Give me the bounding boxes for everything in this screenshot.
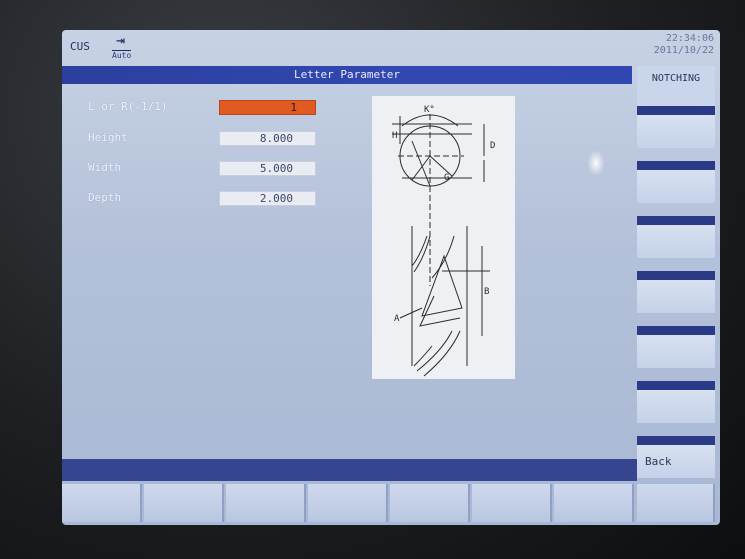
softkey-v6[interactable] [637, 326, 715, 368]
softkey-h5[interactable] [390, 484, 470, 522]
auto-mode-icon: ⇥ Auto [112, 33, 138, 63]
page-title: Letter Parameter [62, 66, 632, 84]
softkey-v5[interactable] [637, 271, 715, 313]
param-input-depth[interactable]: 2.000 [219, 191, 316, 206]
softkey-h1[interactable] [62, 484, 142, 522]
screen-glare [587, 150, 605, 176]
param-label-height: Height [88, 131, 128, 144]
cnc-screen: CUS ⇥ Auto 22:34:06 2011/10/22 Letter Pa… [62, 30, 720, 525]
param-input-direction[interactable]: 1 [219, 100, 316, 115]
arrow-right-to-bar-icon: ⇥ [116, 31, 126, 49]
softkey-v7[interactable] [637, 381, 715, 423]
softkey-h4[interactable] [308, 484, 388, 522]
notch-diagram: K° D H G B A [372, 96, 515, 379]
auto-mode-label: Auto [112, 50, 132, 60]
message-bar [62, 459, 637, 481]
clock-time: 22:34:06 [665, 33, 714, 44]
softkey-h2[interactable] [144, 484, 224, 522]
svg-text:G: G [444, 173, 449, 183]
clock: 22:34:06 2011/10/22 [654, 33, 714, 57]
softkey-h7[interactable] [554, 484, 634, 522]
softkey-v2[interactable] [637, 106, 715, 148]
softkey-notching[interactable]: NOTCHING [637, 66, 715, 106]
param-label-width: Width [88, 161, 122, 174]
softkey-h3[interactable] [226, 484, 306, 522]
softkey-h6[interactable] [472, 484, 552, 522]
clock-date: 2011/10/22 [653, 45, 714, 56]
horizontal-softkeys [62, 484, 720, 525]
softkey-v3[interactable] [637, 161, 715, 203]
svg-text:D: D [490, 141, 495, 151]
mode-indicator: CUS [70, 40, 90, 53]
vertical-softkeys: NOTCHING Back [637, 66, 717, 486]
param-label-direction: L or R(-1/1) [88, 100, 168, 113]
softkey-v4[interactable] [637, 216, 715, 258]
param-input-width[interactable]: 5.000 [219, 161, 316, 176]
status-bar: CUS ⇥ Auto 22:34:06 2011/10/22 [62, 30, 720, 66]
param-label-depth: Depth [88, 191, 122, 204]
softkey-h8[interactable] [637, 484, 715, 522]
svg-text:A: A [394, 314, 400, 324]
notch-diagram-drawing: K° D H G B A [392, 105, 495, 377]
svg-text:B: B [484, 287, 489, 297]
back-button[interactable]: Back [637, 436, 715, 478]
svg-text:H: H [392, 131, 397, 141]
param-input-height[interactable]: 8.000 [219, 131, 316, 146]
svg-text:K°: K° [424, 105, 435, 115]
